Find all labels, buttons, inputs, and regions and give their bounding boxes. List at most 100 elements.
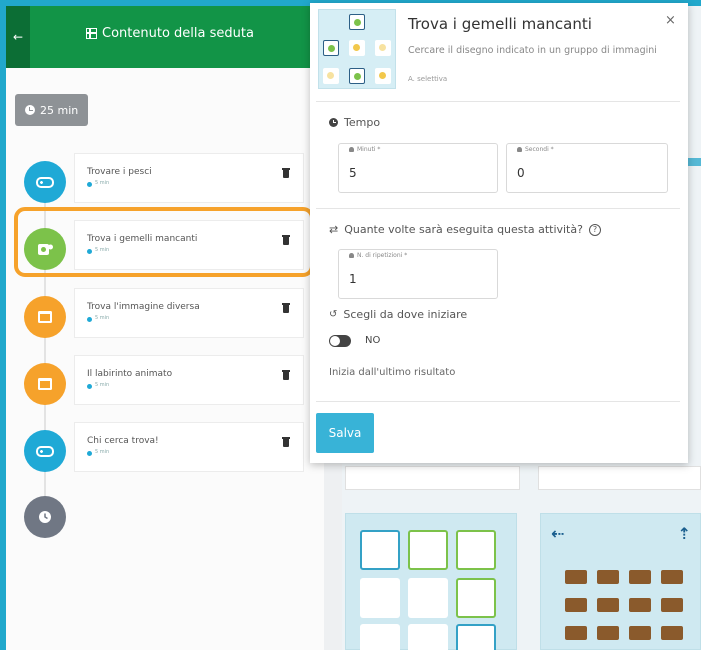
activity-preview-image[interactable] xyxy=(345,513,517,650)
user-icon xyxy=(349,147,354,152)
trash-icon[interactable] xyxy=(282,168,290,178)
trash-icon[interactable] xyxy=(282,303,290,313)
trash-icon[interactable] xyxy=(282,370,290,380)
bench-icon xyxy=(629,598,651,612)
arrows-icon: ⇠ ⇡ xyxy=(551,524,691,543)
thumb-tile xyxy=(349,14,365,30)
activity-name: Chi cerca trova! xyxy=(87,436,159,446)
gallery-card[interactable] xyxy=(538,466,701,490)
repeat-question-text: Quante volte sarà eseguita questa attivi… xyxy=(344,223,583,236)
bench-icon xyxy=(597,570,619,584)
gloves-tile xyxy=(456,530,496,570)
bench-icon xyxy=(565,626,587,640)
resume-toggle[interactable] xyxy=(329,335,351,347)
highlight-frame xyxy=(14,207,314,277)
close-icon[interactable]: × xyxy=(665,13,676,28)
dialog-description: Cercare il disegno indicato in un gruppo… xyxy=(408,45,657,56)
arrow-left-icon: ← xyxy=(12,30,24,44)
gamepad-icon[interactable] xyxy=(24,161,66,203)
edge-accent xyxy=(688,158,701,166)
activity-minutes: 5 min xyxy=(95,449,110,455)
thumb-tile xyxy=(349,40,365,56)
repeat-icon: ⇄ xyxy=(329,223,339,236)
repetitions-field[interactable]: N. di ripetizioni * 1 xyxy=(338,249,498,299)
clock-icon xyxy=(329,118,338,127)
status-dot xyxy=(87,451,92,456)
history-icon: ↺ xyxy=(329,309,338,320)
gloves-tile xyxy=(360,530,400,570)
gallery-card[interactable] xyxy=(345,466,520,490)
minutes-label-text: Minuti * xyxy=(357,146,381,153)
activity-card[interactable]: Chi cerca trova! 5 min xyxy=(74,422,304,472)
trash-icon[interactable] xyxy=(282,437,290,447)
save-button[interactable]: Salva xyxy=(316,413,374,453)
status-dot xyxy=(87,384,92,389)
repetitions-value: 1 xyxy=(349,272,357,286)
back-button[interactable]: ← xyxy=(6,6,30,68)
dialog-title: Trova i gemelli mancanti xyxy=(408,15,592,33)
seconds-value: 0 xyxy=(517,166,525,180)
minutes-label: Minuti * xyxy=(349,146,380,153)
session-header: ← Contenuto della seduta xyxy=(6,6,324,68)
time-section-text: Tempo xyxy=(344,116,381,129)
leaf-tile xyxy=(456,624,496,650)
activity-settings-dialog: Trova i gemelli mancanti Cercare il dise… xyxy=(310,3,688,463)
umbrella-tile xyxy=(360,624,400,650)
thumb-tile xyxy=(375,40,391,56)
thumb-tile xyxy=(323,68,339,84)
bench-icon xyxy=(629,570,651,584)
bench-icon xyxy=(629,626,651,640)
activity-name: Trova l'immagine diversa xyxy=(87,302,200,312)
bench-icon xyxy=(597,598,619,612)
ring-tile xyxy=(360,578,400,618)
gamepad-icon[interactable] xyxy=(24,430,66,472)
bench-icon xyxy=(597,626,619,640)
window-icon[interactable] xyxy=(24,296,66,338)
duration-badge: 25 min xyxy=(15,94,89,126)
divider xyxy=(316,401,680,402)
minutes-field[interactable]: Minuti * 5 xyxy=(338,143,498,193)
bench-icon xyxy=(661,598,683,612)
start-question-text: Scegli da dove iniziare xyxy=(343,308,468,321)
seconds-label: Secondi * xyxy=(517,146,554,153)
minutes-value: 5 xyxy=(349,166,357,180)
seconds-field[interactable]: Secondi * 0 xyxy=(506,143,668,193)
time-section-label: Tempo xyxy=(329,116,380,129)
status-dot xyxy=(87,317,92,322)
user-icon xyxy=(349,253,354,258)
activity-card[interactable]: Trovare i pesci 5 min xyxy=(74,153,304,203)
activity-minutes: 5 min xyxy=(95,382,110,388)
activity-card[interactable]: Il labirinto animato 5 min xyxy=(74,355,304,405)
thumb-tile xyxy=(349,68,365,84)
toggle-state: NO xyxy=(365,335,381,346)
help-icon[interactable]: ? xyxy=(588,223,601,236)
ring-tile xyxy=(408,624,448,650)
resume-hint: Inizia dall'ultimo risultato xyxy=(329,367,456,378)
user-icon xyxy=(517,147,522,152)
activity-thumbnail xyxy=(318,9,396,89)
grid-icon xyxy=(86,28,97,39)
category-tag: A. selettiva xyxy=(408,75,448,83)
session-panel: ← Contenuto della seduta 25 min Trovare … xyxy=(6,6,324,650)
activity-card[interactable]: Trova l'immagine diversa 5 min xyxy=(74,288,304,338)
umbrella-tile xyxy=(408,578,448,618)
gloves-tile xyxy=(456,578,496,618)
activity-minutes: 5 min xyxy=(95,180,110,186)
thumb-tile xyxy=(375,68,391,84)
start-question: ↺ Scegli da dove iniziare xyxy=(329,308,467,321)
session-title-text: Contenuto della seduta xyxy=(102,26,254,41)
activity-name: Il labirinto animato xyxy=(87,369,173,379)
divider xyxy=(316,101,680,102)
seconds-label-text: Secondi * xyxy=(525,146,554,153)
session-title: Contenuto della seduta xyxy=(86,26,254,41)
clock-icon xyxy=(24,496,66,538)
activity-preview-image[interactable]: ⇠ ⇡ xyxy=(540,513,701,650)
bench-icon xyxy=(565,570,587,584)
thumb-tile xyxy=(323,40,339,56)
status-dot xyxy=(87,182,92,187)
repetitions-label: N. di ripetizioni * xyxy=(349,252,407,259)
window-icon[interactable] xyxy=(24,363,66,405)
clock-icon xyxy=(25,105,35,115)
repeat-question: ⇄ Quante volte sarà eseguita questa atti… xyxy=(329,223,601,236)
bench-icon xyxy=(661,626,683,640)
